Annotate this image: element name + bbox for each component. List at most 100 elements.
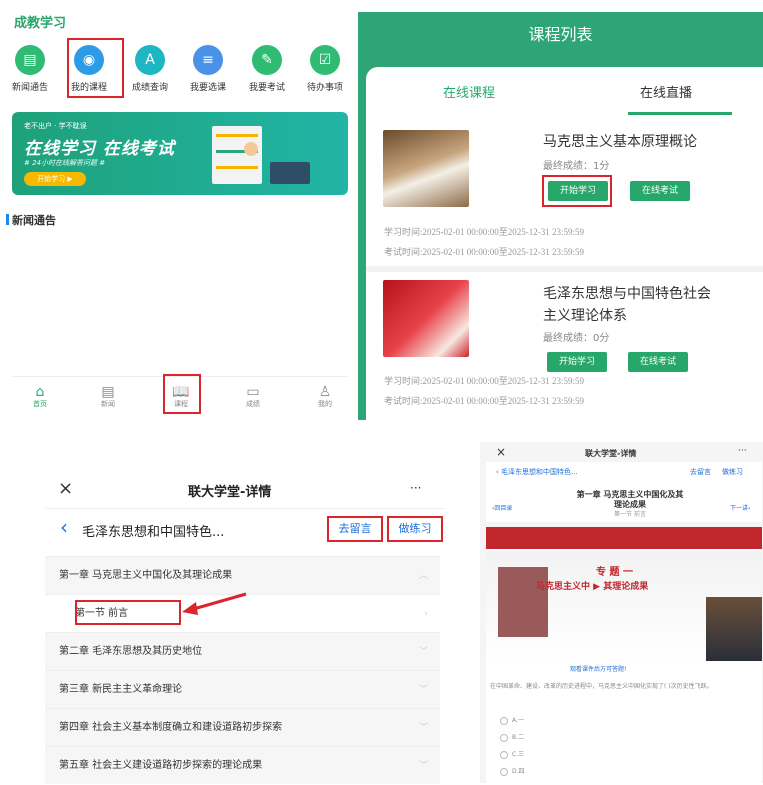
tab-grades-label: 成绩	[246, 400, 260, 408]
highlight-box	[163, 374, 201, 414]
course-title[interactable]: 马克思主义基本原理概论	[543, 132, 697, 152]
online-exam-button[interactable]: 在线考试	[628, 352, 688, 372]
chevron-down-icon: ﹀	[418, 761, 428, 771]
online-exam-button[interactable]: 在线考试	[630, 181, 690, 201]
highlight-box	[542, 175, 612, 207]
tab-indicator	[628, 112, 732, 115]
next-link[interactable]: 下一讲›	[730, 503, 750, 512]
lecturer-image	[706, 597, 762, 661]
leave-message-button[interactable]: 去留言	[690, 467, 711, 477]
banner-start-button[interactable]: 开始学习 ▶	[24, 172, 86, 186]
tab-online-courses[interactable]: 在线课程	[443, 82, 495, 101]
select-course-label[interactable]: 我要选课	[178, 80, 238, 93]
lesson-title-line1: 第一章 马克思主义中国化及其	[576, 490, 684, 499]
option-b[interactable]: B.二	[500, 729, 525, 746]
banner-subtitle: # 24小时在线解答问题 #	[24, 159, 106, 167]
grades-icon[interactable]: A	[135, 45, 165, 75]
radio-icon	[500, 750, 508, 759]
book-cover-image	[498, 567, 548, 637]
tab-news[interactable]: ▤ 新闻	[88, 385, 128, 409]
home-screen: 成教学习 ▤ 新闻通告 ◉ 我的课程 A 成绩查询 ≡ 我要选课 ✎ 我要考试 …	[0, 0, 357, 420]
tab-home[interactable]: ⌂ 首页	[20, 385, 60, 409]
close-icon[interactable]: ×	[58, 478, 73, 499]
option-label: B.二	[512, 734, 525, 741]
chapter-item[interactable]: 第五章 社会主义建设道路初步探索的理论成果 ﹀	[45, 746, 440, 784]
tab-mine[interactable]: ♙ 我的	[305, 385, 345, 409]
banner-title: 在线学习 在线考试	[24, 139, 175, 159]
option-label: A.一	[512, 717, 524, 724]
course-title-line2[interactable]: 主义理论体系	[543, 306, 627, 326]
page-title: 联大学堂-详情	[188, 485, 272, 500]
chevron-right-icon: ›	[424, 609, 428, 619]
news-icon[interactable]: ▤	[15, 45, 45, 75]
practice-button[interactable]: 做练习	[722, 467, 743, 477]
radio-icon	[500, 716, 508, 725]
radio-icon	[500, 733, 508, 742]
study-time: 学习时间:2025-02-01 00:00:00至2025-12-31 23:5…	[384, 227, 584, 237]
exam-time: 考试时间:2025-02-01 00:00:00至2025-12-31 23:5…	[384, 396, 584, 406]
exam-label[interactable]: 我要考试	[237, 80, 297, 93]
chapter-item[interactable]: 第二章 毛泽东思想及其历史地位 ﹀	[45, 632, 440, 670]
home-icon: ⌂	[35, 384, 45, 400]
option-c[interactable]: C.三	[500, 746, 525, 763]
page-title: 联大学堂-详情	[585, 449, 637, 458]
option-a[interactable]: A.一	[500, 712, 525, 729]
option-label: D.四	[512, 768, 525, 775]
chevron-down-icon: ﹀	[418, 647, 428, 657]
close-icon[interactable]: ×	[496, 445, 506, 459]
app-brand: 成教学习	[14, 16, 67, 31]
chapter-label: 第三章 新民主主义革命理论	[59, 684, 183, 695]
answer-hint: 观看课件后方可答题!	[570, 666, 627, 673]
highlight-box	[67, 38, 124, 98]
lesson-title-line2: 理论成果	[614, 500, 646, 509]
course-thumbnail[interactable]	[383, 280, 469, 357]
course-thumbnail[interactable]	[383, 130, 469, 207]
grades-label[interactable]: 成绩查询	[120, 80, 180, 93]
banner-tag: 老不出户 · 学不耽误	[24, 122, 87, 130]
course-title-line1[interactable]: 毛泽东思想与中国特色社会	[543, 284, 711, 304]
chevron-down-icon: ﹀	[418, 685, 428, 695]
course-name: 毛泽东思想和中国特色...	[82, 525, 225, 540]
exam-time: 考试时间:2025-02-01 00:00:00至2025-12-31 23:5…	[384, 247, 584, 257]
chevron-up-icon: ︿	[418, 571, 428, 581]
more-icon[interactable]: ···	[410, 481, 421, 495]
chapter-item[interactable]: 第一章 马克思主义中国化及其理论成果 ︿	[45, 556, 440, 594]
chapter-item[interactable]: 第三章 新民主主义革命理论 ﹀	[45, 670, 440, 708]
divider	[45, 508, 445, 509]
option-d[interactable]: D.四	[500, 763, 525, 780]
leave-message-button[interactable]: 去留言	[327, 516, 383, 542]
grades-tab-icon: ▭	[246, 384, 260, 400]
tab-grades[interactable]: ▭ 成绩	[233, 385, 273, 409]
arrow-icon	[182, 592, 247, 615]
back-link[interactable]: ‹ 毛泽东思想和中国特色...	[496, 467, 578, 477]
chapter-label: 第五章 社会主义建设道路初步探索的理论成果	[59, 760, 263, 771]
todo-label[interactable]: 待办事项	[295, 80, 355, 93]
start-study-button[interactable]: 开始学习	[547, 352, 607, 372]
highlight-box	[75, 600, 181, 625]
todo-icon[interactable]: ☑	[310, 45, 340, 75]
news-section-title: 新闻通告	[6, 214, 56, 227]
select-course-icon[interactable]: ≡	[193, 45, 223, 75]
video-player[interactable]: 专 题 一 马克思主义中 ▶ 其理论成果	[486, 527, 762, 661]
video-title-line2: 马克思主义中 ▶ 其理论成果	[536, 582, 649, 592]
desk-illustration	[270, 162, 310, 184]
video-banner	[486, 527, 762, 549]
practice-button[interactable]: 做练习	[387, 516, 443, 542]
prev-link[interactable]: ‹回目录	[492, 503, 512, 512]
page-title: 课程列表	[528, 25, 593, 44]
option-label: C.三	[512, 751, 525, 758]
tab-live[interactable]: 在线直播	[640, 82, 692, 101]
more-icon[interactable]: ···	[738, 446, 747, 456]
chapter-label: 第二章 毛泽东思想及其历史地位	[59, 646, 203, 657]
radio-icon	[500, 767, 508, 776]
course-score: 最终成绩：1分	[543, 161, 610, 172]
chapter-item[interactable]: 第四章 社会主义基本制度确立和建设道路初步探索 ﹀	[45, 708, 440, 746]
study-time: 学习时间:2025-02-01 00:00:00至2025-12-31 23:5…	[384, 376, 584, 386]
video-title-line1: 专 题 一	[596, 567, 633, 578]
tab-home-label: 首页	[33, 400, 47, 408]
chevron-down-icon: ﹀	[418, 723, 428, 733]
promo-banner[interactable]: 老不出户 · 学不耽误 在线学习 在线考试 # 24小时在线解答问题 # 开始学…	[12, 112, 348, 195]
news-label[interactable]: 新闻通告	[0, 80, 60, 93]
exam-icon[interactable]: ✎	[252, 45, 282, 75]
back-icon[interactable]: ‹	[60, 515, 68, 539]
